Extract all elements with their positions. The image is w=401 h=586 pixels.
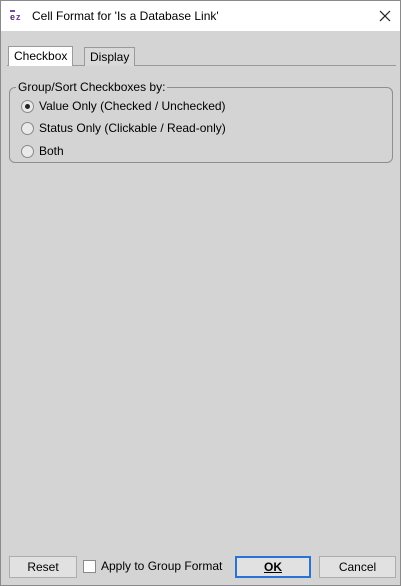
apply-label: Apply to Group Format <box>101 559 223 573</box>
apply-checkbox[interactable] <box>83 559 96 573</box>
title-bar: e z Cell Format for 'Is a Database Link' <box>1 1 400 31</box>
tab-checkbox[interactable]: Checkbox <box>8 46 74 66</box>
radio-button[interactable] <box>21 121 34 135</box>
radio-both[interactable]: Both <box>21 143 64 159</box>
close-icon <box>379 10 391 22</box>
group-sort-label: Group/Sort Checkboxes by: <box>16 80 168 94</box>
close-button[interactable] <box>370 1 400 31</box>
cancel-button[interactable]: Cancel <box>319 556 396 578</box>
radio-label: Value Only (Checked / Unchecked) <box>39 99 226 113</box>
window-title: Cell Format for 'Is a Database Link' <box>32 9 219 23</box>
reset-button[interactable]: Reset <box>9 556 77 578</box>
radio-label: Both <box>39 144 64 158</box>
checkbox-tab-panel: Group/Sort Checkboxes by: Value Only (Ch… <box>7 66 396 550</box>
radio-value-only[interactable]: Value Only (Checked / Unchecked) <box>21 98 226 114</box>
cell-format-dialog: e z Cell Format for 'Is a Database Link'… <box>0 0 401 586</box>
radio-button[interactable] <box>21 144 34 158</box>
radio-button-checked[interactable] <box>21 99 34 113</box>
tab-display[interactable]: Display <box>84 47 136 66</box>
tab-strip: Checkbox Display <box>7 46 396 66</box>
ok-button[interactable]: OK <box>235 556 311 578</box>
radio-label: Status Only (Clickable / Read-only) <box>39 121 226 135</box>
svg-text:z: z <box>16 12 21 22</box>
apply-to-group-format[interactable]: Apply to Group Format <box>83 559 222 573</box>
radio-status-only[interactable]: Status Only (Clickable / Read-only) <box>21 120 226 136</box>
svg-text:e: e <box>10 12 15 22</box>
app-logo-icon: e z <box>10 10 24 22</box>
